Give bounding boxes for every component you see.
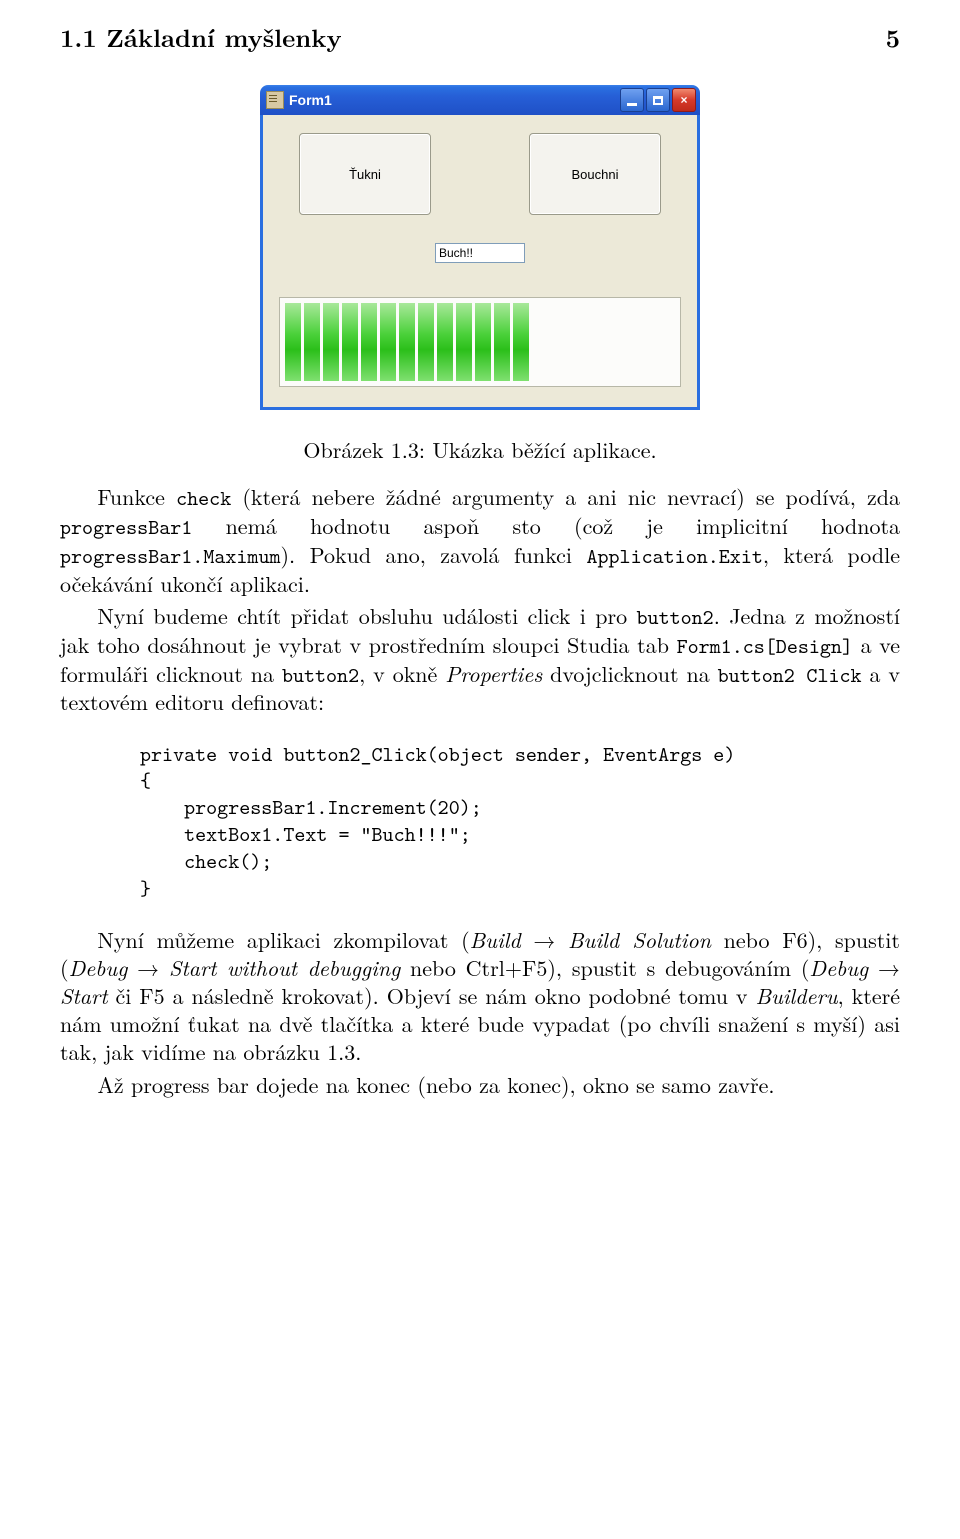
maximize-button[interactable] [646,88,670,112]
paragraph-3: Nyní můžeme aplikaci zkompilovat ( Build … [60,926,900,1067]
textbox[interactable]: Buch!! [435,243,525,263]
progress-segment [361,303,377,381]
text: nebo Ctrl+F5), spustit s debugováním ( [400,952,809,983]
paragraph-1: Funkce check (která nebere žádné argumen… [60,483,900,598]
progress-segment [323,303,339,381]
progress-segment [456,303,472,381]
text: Nyní budeme chtít přidat obsluhu událost… [97,600,636,631]
button-label: Ťukni [349,167,381,182]
code-inline: button2 [282,661,359,689]
code-inline: progressBar1 [60,513,192,541]
text: nemá hodnotu aspoň sto (což je implicitn… [192,510,900,541]
text: či F5 a následně krokovat). Objeví se ná… [108,980,756,1011]
italic: Debug [809,952,868,983]
figure: Form1 × Ťukni Bouchni Buch!! [60,85,900,410]
page: 1.1 Základní myšlenky 5 Form1 × Ťukni [0,0,960,1163]
window-controls: × [620,88,696,112]
text: dvojclicknout na [542,658,717,689]
progress-segment [494,303,510,381]
italic: Build Solution [568,924,711,955]
italic: Build [470,924,521,955]
code-block: private void button2_Click(object sender… [140,741,900,902]
minimize-button[interactable] [620,88,644,112]
window-body: Ťukni Bouchni Buch!! [260,115,700,410]
text: (která nebere žádné argumenty a ani nic … [231,481,900,512]
code-inline: check [176,484,231,512]
bouchni-button[interactable]: Bouchni [529,133,661,215]
paragraph-2: Nyní budeme chtít přidat obsluhu událost… [60,602,900,717]
code-inline: Application.Exit [586,542,762,570]
progress-segment [437,303,453,381]
progress-segment [380,303,396,381]
textbox-wrap: Buch!! [279,243,681,263]
page-number: 5 [886,20,900,55]
progress-segment [418,303,434,381]
text: Nyní můžeme aplikaci zkompilovat ( [97,924,469,955]
progress-segment [399,303,415,381]
code-inline: button2 [637,603,714,631]
button-label: Bouchni [572,167,619,182]
italic: Start [60,980,108,1011]
form-icon [266,91,284,109]
progress-bar [279,297,681,387]
tukni-button[interactable]: Ťukni [299,133,431,215]
paragraph-4: Až progress bar dojede na konec (nebo za… [60,1071,900,1099]
italic: Builderu [755,980,837,1011]
titlebar: Form1 × [260,85,700,115]
italic: Start without debugging [169,952,400,983]
text: ). Pokud ano, zavolá funkci [281,539,587,570]
italic: Properties [445,658,542,689]
button-row: Ťukni Bouchni [279,133,681,215]
text: Funkce [97,481,176,512]
text: , v okně [359,658,445,689]
arrow: → [521,924,568,955]
progress-segment [513,303,529,381]
progress-segment [304,303,320,381]
code-inline: Form1.cs[Design] [677,632,853,660]
figure-caption: Obrázek 1.3: Ukázka běžící aplikace. [60,434,900,465]
page-header: 1.1 Základní myšlenky 5 [60,20,900,55]
xp-window: Form1 × Ťukni Bouchni Buch!! [260,85,700,410]
section-title: 1.1 Základní myšlenky [60,20,342,55]
close-button[interactable]: × [672,88,696,112]
italic: Debug [69,952,128,983]
code-inline: progressBar1.Maximum [60,542,281,570]
progress-segment [342,303,358,381]
arrow: → [127,952,169,983]
window-title: Form1 [289,92,620,108]
progress-segment [475,303,491,381]
progress-segment [285,303,301,381]
arrow: → [868,952,900,983]
code-inline: button2 Click [718,661,862,689]
